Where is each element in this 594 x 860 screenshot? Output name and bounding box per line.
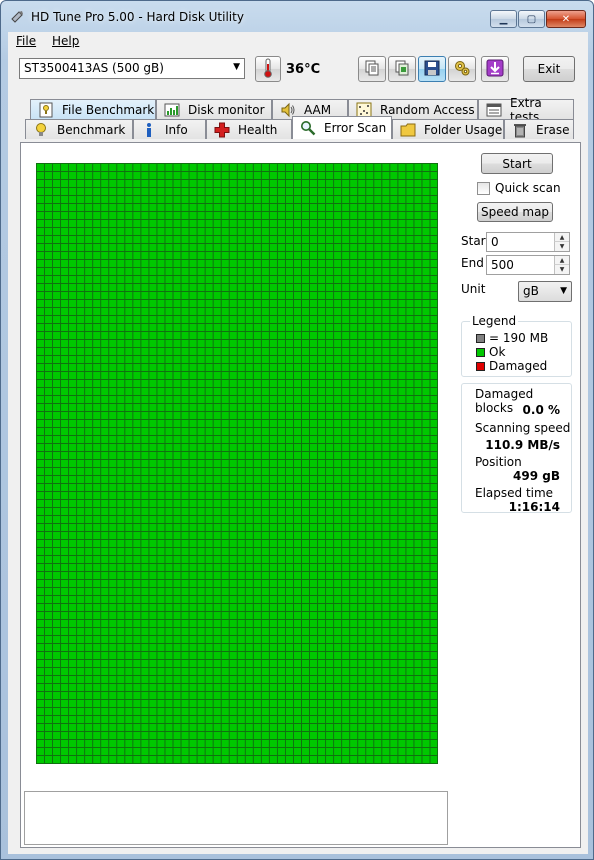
main-panel: ST3500413AS (500 gB) ▼ 36°C Exit File Be… (8, 52, 588, 854)
title-bar[interactable]: HD Tune Pro 5.00 - Hard Disk Utility ▁ ▢… (1, 1, 593, 31)
tab-info[interactable]: Info (133, 119, 206, 139)
lightbulb-icon (33, 122, 49, 138)
quick-scan-checkbox[interactable]: Quick scan (477, 181, 561, 195)
options-button[interactable] (448, 56, 476, 82)
scan-statistics-box: Damaged blocks 0.0 % Scanning speed 110.… (461, 383, 572, 514)
chevron-down-icon: ▼ (560, 286, 567, 296)
scanning-speed-value: 110.9 MB/s (485, 438, 560, 452)
tab-file-benchmark[interactable]: File Benchmark (30, 99, 156, 119)
menu-help[interactable]: Help (52, 34, 79, 48)
copy-text-icon (364, 60, 380, 79)
start-field[interactable]: 0 ▲ ▼ (486, 232, 570, 252)
close-button[interactable]: ✕ (546, 10, 586, 28)
download-button[interactable] (481, 56, 509, 82)
trash-icon (512, 122, 528, 138)
legend-block-size: = 190 MB (476, 331, 548, 345)
copy-text-button[interactable] (358, 56, 386, 82)
copy-screenshot-icon (394, 60, 410, 79)
maximize-button[interactable]: ▢ (518, 10, 545, 28)
scanning-speed-label: Scanning speed (475, 421, 571, 435)
spin-down-icon[interactable]: ▼ (554, 242, 569, 251)
download-icon (486, 59, 504, 80)
speed-map-button[interactable]: Speed map (477, 202, 553, 222)
save-button[interactable] (418, 56, 446, 82)
tab-error-scan[interactable]: Error Scan (292, 116, 392, 139)
minimize-icon: ▁ (499, 13, 508, 25)
position-label: Position (475, 455, 522, 469)
hd-tune-app-icon (10, 10, 24, 24)
file-benchmark-icon (38, 102, 54, 118)
tab-erase[interactable]: Erase (504, 119, 574, 139)
disk-monitor-icon (164, 102, 180, 118)
end-field[interactable]: 500 ▲ ▼ (486, 255, 570, 275)
save-icon (424, 60, 440, 79)
extra-tests-icon (486, 102, 502, 118)
window-title: HD Tune Pro 5.00 - Hard Disk Utility (31, 10, 244, 24)
damaged-blocks-value: 0.0 % (522, 403, 560, 417)
temperature-readout: 36°C (286, 62, 321, 77)
menu-bar: File Help (8, 32, 588, 52)
spin-up-icon[interactable]: ▲ (554, 256, 569, 265)
health-cross-icon (214, 122, 230, 138)
drive-selector-value: ST3500413AS (500 gB) (24, 61, 164, 75)
tab-health[interactable]: Health (206, 119, 292, 139)
tab-folder-usage[interactable]: Folder Usage (392, 119, 504, 139)
elapsed-time-label: Elapsed time (475, 486, 554, 500)
start-scan-button[interactable]: Start (481, 153, 553, 174)
error-scan-page: Start Quick scan Speed map Start 0 ▲ ▼ E… (20, 142, 581, 848)
legend-ok: Ok (476, 345, 505, 359)
end-label: End (461, 256, 484, 270)
tab-disk-monitor[interactable]: Disk monitor (156, 99, 272, 119)
folder-icon (400, 122, 416, 138)
minimize-button[interactable]: ▁ (490, 10, 517, 28)
red-swatch-icon (476, 361, 485, 371)
green-swatch-icon (476, 347, 485, 357)
gray-swatch-icon (476, 333, 485, 343)
thermometer-icon (262, 58, 274, 81)
unit-select[interactable]: gB ▼ (518, 281, 572, 302)
scan-block-map (36, 163, 438, 764)
unit-label: Unit (461, 282, 486, 296)
tab-benchmark[interactable]: Benchmark (25, 119, 133, 139)
temperature-button[interactable] (255, 56, 281, 82)
chevron-down-icon: ▼ (233, 62, 240, 72)
drive-selector[interactable]: ST3500413AS (500 gB) ▼ (19, 58, 245, 79)
legend-title: Legend (470, 314, 519, 328)
tab-extra-tests[interactable]: Extra tests (478, 96, 574, 124)
magnifier-icon (300, 120, 316, 136)
quick-scan-check[interactable] (477, 181, 490, 195)
menu-file[interactable]: File (16, 34, 36, 48)
legend-damaged: Damaged (476, 359, 547, 373)
exit-button[interactable]: Exit (523, 56, 575, 82)
app-window: HD Tune Pro 5.00 - Hard Disk Utility ▁ ▢… (0, 0, 594, 860)
elapsed-time-value: 1:16:14 (508, 500, 560, 514)
spin-down-icon[interactable]: ▼ (554, 265, 569, 274)
position-value: 499 gB (513, 469, 560, 483)
copy-screenshot-button[interactable] (388, 56, 416, 82)
maximize-icon: ▢ (526, 13, 537, 25)
options-icon (453, 59, 471, 80)
close-icon: ✕ (561, 13, 571, 25)
spin-up-icon[interactable]: ▲ (554, 233, 569, 242)
scan-log-box[interactable] (24, 791, 448, 845)
legend-box: Legend = 190 MB Ok Damaged (461, 314, 572, 377)
info-icon (141, 122, 157, 138)
